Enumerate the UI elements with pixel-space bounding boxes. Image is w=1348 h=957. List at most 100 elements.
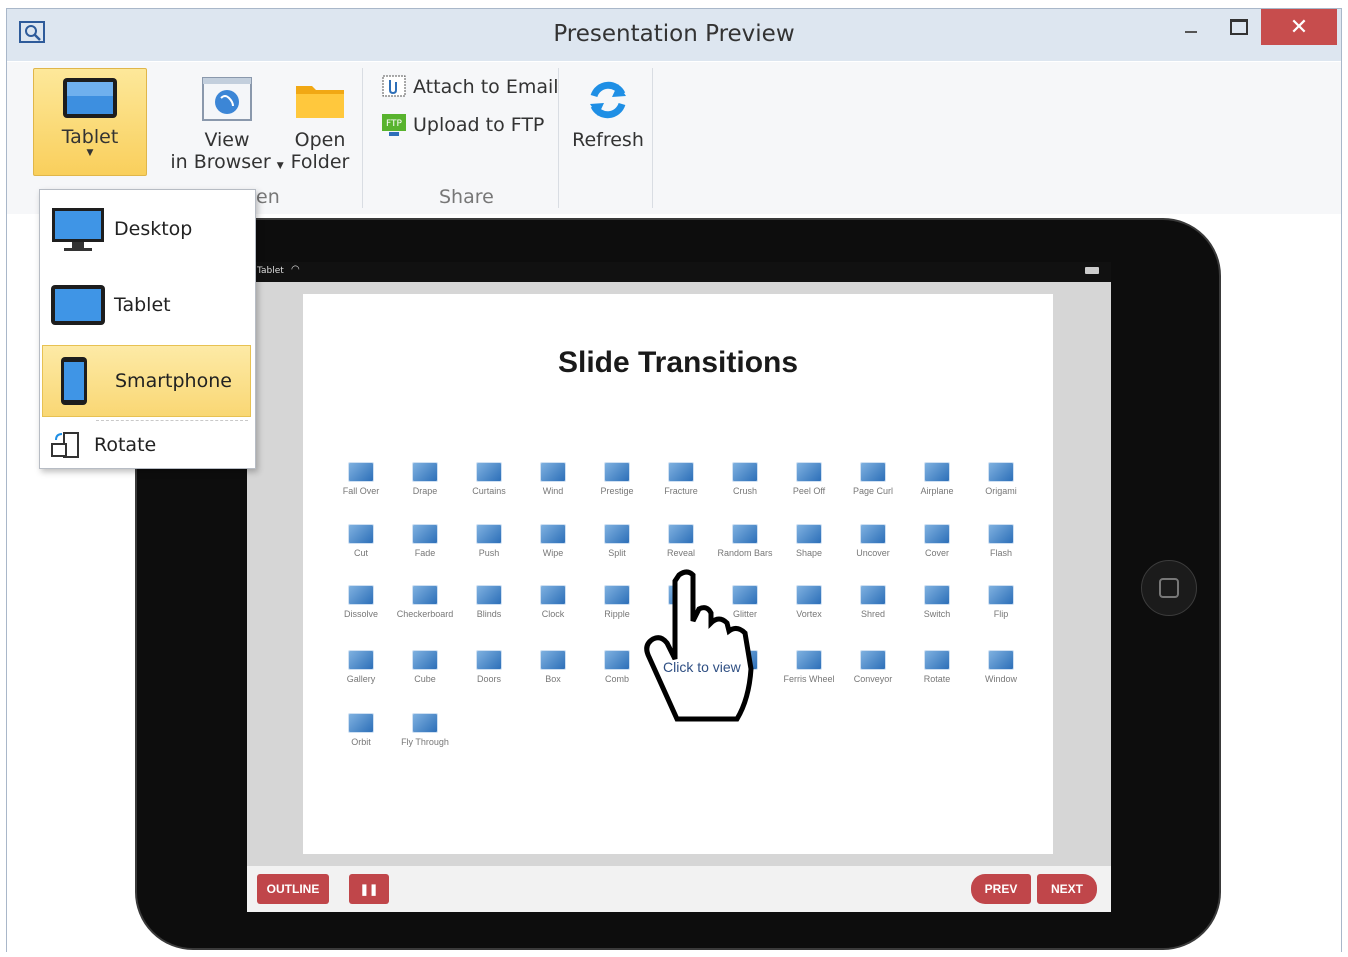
transition-icon[interactable]: Checkerboard (395, 585, 455, 619)
device-status-label: Tablet (257, 266, 284, 276)
transition-icon[interactable]: Rotate (907, 650, 967, 684)
transition-icon[interactable]: Conveyor (843, 650, 903, 684)
close-button[interactable]: ✕ (1261, 9, 1337, 45)
transition-thumbnail-icon (348, 585, 374, 605)
transition-icon[interactable]: Page Curl (843, 462, 903, 496)
transition-label: Fracture (664, 486, 698, 496)
maximize-button[interactable] (1219, 9, 1259, 45)
next-button[interactable]: NEXT (1037, 874, 1097, 904)
folder-icon (296, 86, 344, 118)
transition-icon[interactable]: Fly Through (395, 713, 455, 747)
transition-thumbnail-icon (924, 462, 950, 482)
transition-icon[interactable]: Random Bars (715, 524, 775, 558)
transition-icon[interactable]: Blinds (459, 585, 519, 619)
transition-icon[interactable]: Vortex (779, 585, 839, 619)
transition-icon[interactable]: Ferris Wheel (779, 650, 839, 684)
view-label-line2: in Browser (170, 151, 271, 173)
transition-icon[interactable]: Curtains (459, 462, 519, 496)
transition-thumbnail-icon (732, 524, 758, 544)
transition-thumbnail-icon (412, 585, 438, 605)
transition-icon[interactable]: Cut (331, 524, 391, 558)
view-in-browser-button[interactable]: View in Browser ▼ (167, 76, 287, 177)
tablet-button-label: Tablet (61, 126, 119, 148)
transition-thumbnail-icon (796, 650, 822, 670)
prev-button[interactable]: PREV (971, 874, 1031, 904)
transition-thumbnail-icon (988, 524, 1014, 544)
transition-icon[interactable]: Prestige (587, 462, 647, 496)
transition-icon[interactable]: Airplane (907, 462, 967, 496)
title-bar: Presentation Preview ✕ (7, 9, 1341, 61)
open-folder-button[interactable]: Open Folder (287, 76, 353, 173)
pause-button[interactable]: ❚❚ (349, 874, 389, 904)
transition-thumbnail-icon (540, 462, 566, 482)
transition-icon[interactable]: Window (971, 650, 1031, 684)
minimize-button[interactable] (1171, 9, 1211, 45)
transition-icon[interactable]: Cover (907, 524, 967, 558)
transition-icon[interactable]: Dissolve (331, 585, 391, 619)
device-tablet-button[interactable]: Tablet ▼ (33, 68, 147, 176)
outline-button[interactable]: OUTLINE (257, 874, 329, 904)
transition-icon[interactable]: Reveal (651, 524, 711, 558)
transition-label: Crush (732, 486, 757, 496)
transition-label: Page Curl (852, 486, 894, 496)
outline-label: OUTLINE (266, 882, 320, 896)
transition-icon[interactable]: Orbit (331, 713, 391, 747)
upload-to-ftp-button[interactable]: FTP Upload to FTP (381, 112, 544, 138)
transition-icon[interactable]: Cube (395, 650, 455, 684)
share-group-label: Share (439, 186, 494, 208)
attach-to-email-button[interactable]: Attach to Email (381, 74, 559, 100)
transition-icon[interactable]: Wind (523, 462, 583, 496)
transition-icon[interactable]: Doors (459, 650, 519, 684)
transition-thumbnail-icon (476, 650, 502, 670)
transition-icon[interactable]: Uncover (843, 524, 903, 558)
app-window: Presentation Preview ✕ Tablet ▼ View in … (6, 8, 1342, 952)
transition-icon[interactable]: Fracture (651, 462, 711, 496)
transition-icon[interactable]: Fall Over (331, 462, 391, 496)
rotate-button[interactable]: Rotate (42, 426, 251, 464)
transition-icon[interactable]: Shred (843, 585, 903, 619)
chevron-down-icon: ▼ (276, 161, 284, 171)
device-home-button[interactable] (1141, 560, 1197, 616)
transition-icon[interactable]: Flash (971, 524, 1031, 558)
transition-thumbnail-icon (924, 585, 950, 605)
transition-icon[interactable]: Wipe (523, 524, 583, 558)
battery-icon (1085, 267, 1099, 274)
transition-icon[interactable]: Crush (715, 462, 775, 496)
transition-label: Comb (604, 674, 629, 684)
transition-icon[interactable]: Split (587, 524, 647, 558)
refresh-button[interactable]: Refresh (569, 76, 647, 151)
transition-icon[interactable]: Push (459, 524, 519, 558)
transition-icon[interactable]: Box (523, 650, 583, 684)
tablet-icon (51, 285, 105, 325)
transition-thumbnail-icon (412, 650, 438, 670)
menu-item-desktop[interactable]: Desktop (42, 196, 251, 262)
view-label-line1: View (204, 129, 250, 151)
next-label: NEXT (1050, 882, 1083, 896)
transition-thumbnail-icon (924, 524, 950, 544)
transition-icon[interactable]: Switch (907, 585, 967, 619)
transition-thumbnail-icon (668, 524, 694, 544)
transition-icon[interactable]: Fade (395, 524, 455, 558)
menu-item-smartphone[interactable]: Smartphone (42, 345, 251, 417)
transition-icon[interactable]: Flip (971, 585, 1031, 619)
transition-label: Dissolve (343, 609, 378, 619)
transition-icon[interactable]: Shape (779, 524, 839, 558)
transition-icon[interactable]: Peel Off (779, 462, 839, 496)
attach-to-email-label: Attach to Email (413, 76, 559, 98)
transition-icon[interactable]: Drape (395, 462, 455, 496)
transition-label: Conveyor (853, 674, 893, 684)
transition-thumbnail-icon (860, 462, 886, 482)
transition-icon[interactable]: Gallery (331, 650, 391, 684)
slide-title: Slide Transitions (557, 346, 799, 379)
transition-label: Window (984, 674, 1017, 684)
transition-icon[interactable]: Origami (971, 462, 1031, 496)
transition-thumbnail-icon (412, 713, 438, 733)
transition-label: Gallery (346, 674, 376, 684)
menu-item-tablet[interactable]: Tablet (42, 272, 251, 338)
transition-thumbnail-icon (988, 585, 1014, 605)
rotate-label: Rotate (94, 434, 157, 456)
transition-icon[interactable]: Clock (523, 585, 583, 619)
close-icon: ✕ (1289, 14, 1309, 40)
tablet-icon (63, 78, 117, 118)
transition-label: Uncover (856, 548, 890, 558)
